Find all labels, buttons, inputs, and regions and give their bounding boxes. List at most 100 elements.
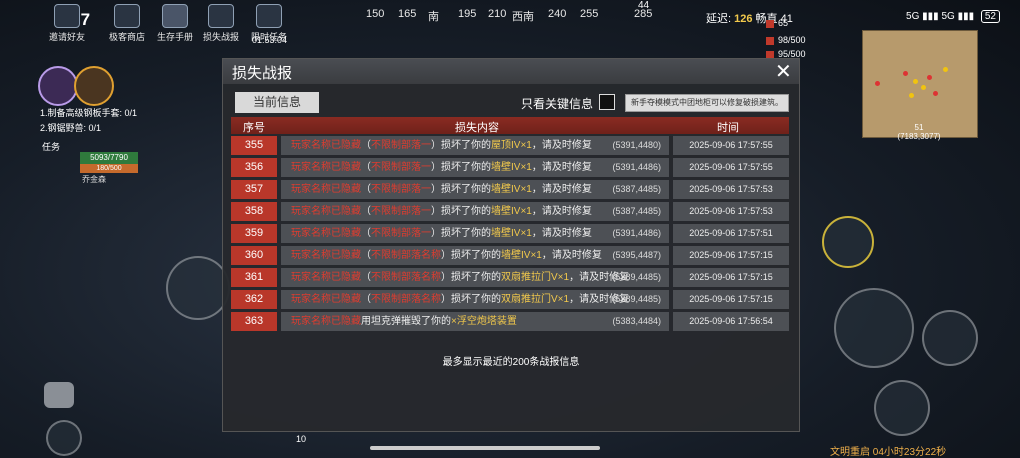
row-time: 2025-09-06 17:57:55 [673, 158, 789, 177]
row-content: 玩家名称已隐藏用坦克弹摧毁了你的×浮空炮塔装置 (5383,4484) [281, 312, 669, 331]
coord: (5395,4487) [612, 250, 661, 260]
jump-button[interactable] [922, 310, 978, 366]
quest-item[interactable]: 1.制备高级钢板手套: 0/1 [40, 106, 137, 119]
minimap-coord-top: 51 [914, 123, 924, 132]
action: 损坏了你的 [441, 228, 491, 239]
tribe: 不限制部落名称 [371, 272, 441, 283]
row-num: 356 [231, 158, 277, 177]
report-icon [208, 4, 234, 28]
gear-action-icon[interactable] [46, 420, 82, 456]
table-header: 序号 损失内容 时间 [231, 117, 789, 134]
tail: ，请及时修复 [531, 140, 592, 151]
attacker: 玩家名称已隐藏 [291, 162, 361, 173]
clock-icon [256, 4, 282, 28]
row-content: 玩家名称已隐藏（不限制部落一）损坏了你的墙壁IV×1，请及时修复 (5391,44… [281, 158, 669, 177]
avatar[interactable] [38, 66, 78, 106]
table-row: 359 玩家名称已隐藏（不限制部落一）损坏了你的墙壁IV×1，请及时修复 (539… [231, 224, 789, 243]
target: 墙壁IV×1 [491, 162, 532, 173]
row-time: 2025-09-06 17:57:51 [673, 224, 789, 243]
battery-icon: 52 [980, 10, 1000, 23]
restart-timer: 文明重启 04小时23分22秒 [830, 447, 947, 458]
compass-tick: 240 [548, 8, 567, 20]
row-num: 360 [231, 246, 277, 265]
table-row: 355 玩家名称已隐藏（不限制部落一）损坏了你的屋顶IV×1，请及时修复 (539… [231, 136, 789, 155]
attack-knife-button[interactable] [834, 288, 914, 368]
table-row: 356 玩家名称已隐藏（不限制部落一）损坏了你的墙壁IV×1，请及时修复 (539… [231, 158, 789, 177]
compass-marker-number: 44 [638, 0, 650, 11]
menu-survival-manual[interactable]: 生存手册 [152, 4, 198, 43]
menu-invite[interactable]: 邀请好友 [44, 4, 90, 43]
row-num: 363 [231, 312, 277, 331]
resource-1-value: 65 [778, 18, 789, 28]
target: ×浮空炮塔装置 [451, 316, 517, 327]
tribe: 不限制部落名称 [371, 294, 441, 305]
menu-loss-report[interactable]: 损失战报 [198, 4, 244, 43]
resource-2: 98/500 [766, 35, 806, 45]
action: 损坏了你的 [451, 294, 501, 305]
row-content: 玩家名称已隐藏（不限制部落名称）损坏了你的双扇推拉门V×1，请及时修复 (5389… [281, 290, 669, 309]
key-info-checkbox[interactable] [599, 94, 615, 110]
target: 墙壁IV×1 [491, 184, 532, 195]
tail: ，请及时修复 [531, 162, 592, 173]
compass-tick: 195 [458, 8, 477, 20]
quest-item[interactable]: 2.钢锯野兽: 0/1 [40, 121, 101, 134]
latency-value: 126 [734, 13, 753, 25]
whistle-icon[interactable] [44, 382, 74, 408]
invite-icon [54, 4, 80, 28]
compass: 150 165 南 195 210 西南 240 255 285 [360, 6, 660, 26]
compass-tick: 150 [366, 8, 385, 20]
prone-button[interactable] [874, 380, 930, 436]
row-time: 2025-09-06 17:57:53 [673, 180, 789, 199]
row-time: 2025-09-06 17:57:15 [673, 268, 789, 287]
coord: (5391,4486) [612, 162, 661, 172]
row-num: 357 [231, 180, 277, 199]
key-info-label: 只看关键信息 [521, 97, 594, 111]
biohazard-button[interactable] [166, 256, 230, 320]
compass-tick: 南 [428, 11, 439, 23]
action: 损坏了你的 [451, 250, 501, 261]
action: 损坏了你的 [441, 162, 491, 173]
tail: ，请及时修复 [531, 184, 592, 195]
hotbar-number: 10 [296, 434, 307, 444]
task-timer: 01:53:04 [252, 35, 288, 45]
attacker: 玩家名称已隐藏 [291, 184, 361, 195]
coord: (5391,4486) [612, 228, 661, 238]
minimap[interactable] [862, 30, 978, 138]
dialog-title: 损失战报 [232, 65, 293, 82]
table-row: 358 玩家名称已隐藏（不限制部落一）损坏了你的墙壁IV×1，请及时修复 (538… [231, 202, 789, 221]
table-row: 362 玩家名称已隐藏（不限制部落名称）损坏了你的双扇推拉门V×1，请及时修复(… [231, 290, 789, 309]
compass-tick: 西南 [512, 11, 534, 23]
table-row: 360 玩家名称已隐藏（不限制部落名称）损坏了你的墙壁IV×1，请及时修复 (53… [231, 246, 789, 265]
book-icon [162, 4, 188, 28]
close-icon[interactable]: ✕ [775, 59, 792, 84]
home-indicator[interactable] [370, 446, 600, 450]
coord: (5387,4485) [612, 206, 661, 216]
resource-1: 65 [766, 18, 788, 28]
target: 墙壁IV×1 [491, 206, 532, 217]
row-time: 2025-09-06 17:57:53 [673, 202, 789, 221]
row-content: 玩家名称已隐藏（不限制部落名称）损坏了你的墙壁IV×1，请及时修复 (5395,4… [281, 246, 669, 265]
pet-avatar[interactable] [74, 66, 114, 106]
row-content: 玩家名称已隐藏（不限制部落一）损坏了你的屋顶IV×1，请及时修复 (5391,44… [281, 136, 669, 155]
tab-current-info[interactable]: 当前信息 [235, 92, 319, 113]
attacker: 玩家名称已隐藏 [291, 140, 361, 151]
action: 用坦克弹摧毁了你的 [361, 316, 451, 327]
target: 双扇推拉门V×1 [501, 272, 570, 283]
resource-2-value: 98/500 [778, 35, 806, 45]
menu-shop[interactable]: 极客商店 [104, 4, 150, 43]
tribe: 不限制部落一 [371, 162, 431, 173]
tribe: 不限制部落名称 [371, 250, 441, 261]
row-num: 361 [231, 268, 277, 287]
compass-tick: 165 [398, 8, 417, 20]
shop-icon [114, 4, 140, 28]
tail: ，请及时修复 [531, 228, 592, 239]
stamina-bar: 180/500 [80, 164, 138, 173]
coord: (5389,4485) [612, 294, 661, 304]
menu-shop-label: 极客商店 [108, 32, 145, 42]
crouch-button[interactable] [822, 216, 874, 268]
table-row: 357 玩家名称已隐藏（不限制部落一）损坏了你的墙壁IV×1，请及时修复 (538… [231, 180, 789, 199]
target: 墙壁IV×1 [491, 228, 532, 239]
row-num: 359 [231, 224, 277, 243]
attacker: 玩家名称已隐藏 [291, 206, 361, 217]
signal-icon: 5G ▮▮▮ [941, 11, 975, 22]
